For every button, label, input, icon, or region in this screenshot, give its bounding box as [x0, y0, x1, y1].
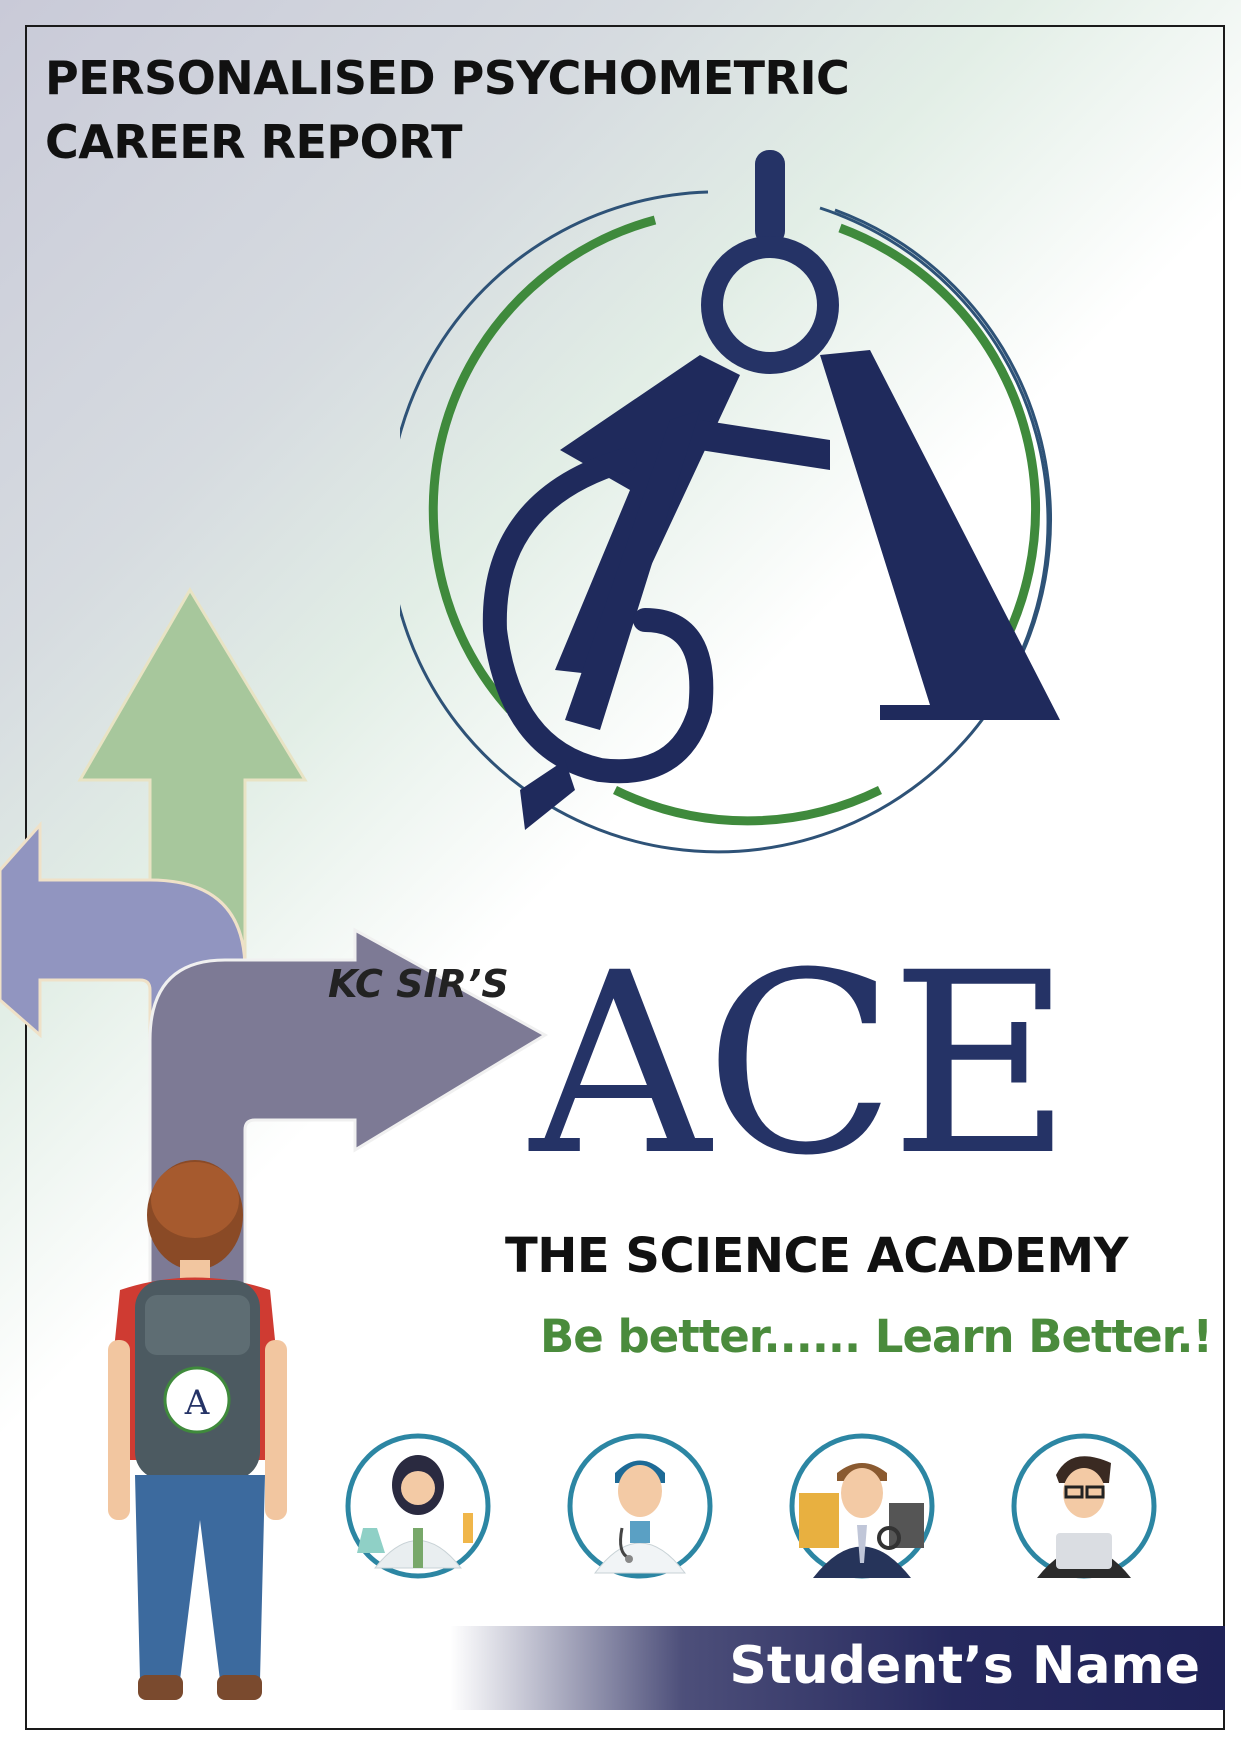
engineer-icon [1011, 1433, 1157, 1579]
svg-text:A: A [184, 1383, 210, 1423]
ace-logo-emblem [400, 150, 1060, 854]
brand-name: ACE [530, 919, 1072, 1210]
tagline: Be better...... Learn Better.! [540, 1310, 1213, 1363]
student-name-bar: Student’s Name [450, 1626, 1225, 1710]
academy-name: THE SCIENCE ACADEMY [505, 1228, 1128, 1284]
student-name-label: Student’s Name [729, 1636, 1200, 1696]
brand-prefix: KC SIR’S [328, 962, 509, 1006]
student-with-backpack-illustration: A [108, 1160, 287, 1700]
doctor-icon [567, 1433, 713, 1579]
accountant-icon [789, 1433, 935, 1579]
title-line-1: PERSONALISED PSYCHOMETRIC [45, 51, 850, 105]
scientist-icon [345, 1433, 491, 1579]
